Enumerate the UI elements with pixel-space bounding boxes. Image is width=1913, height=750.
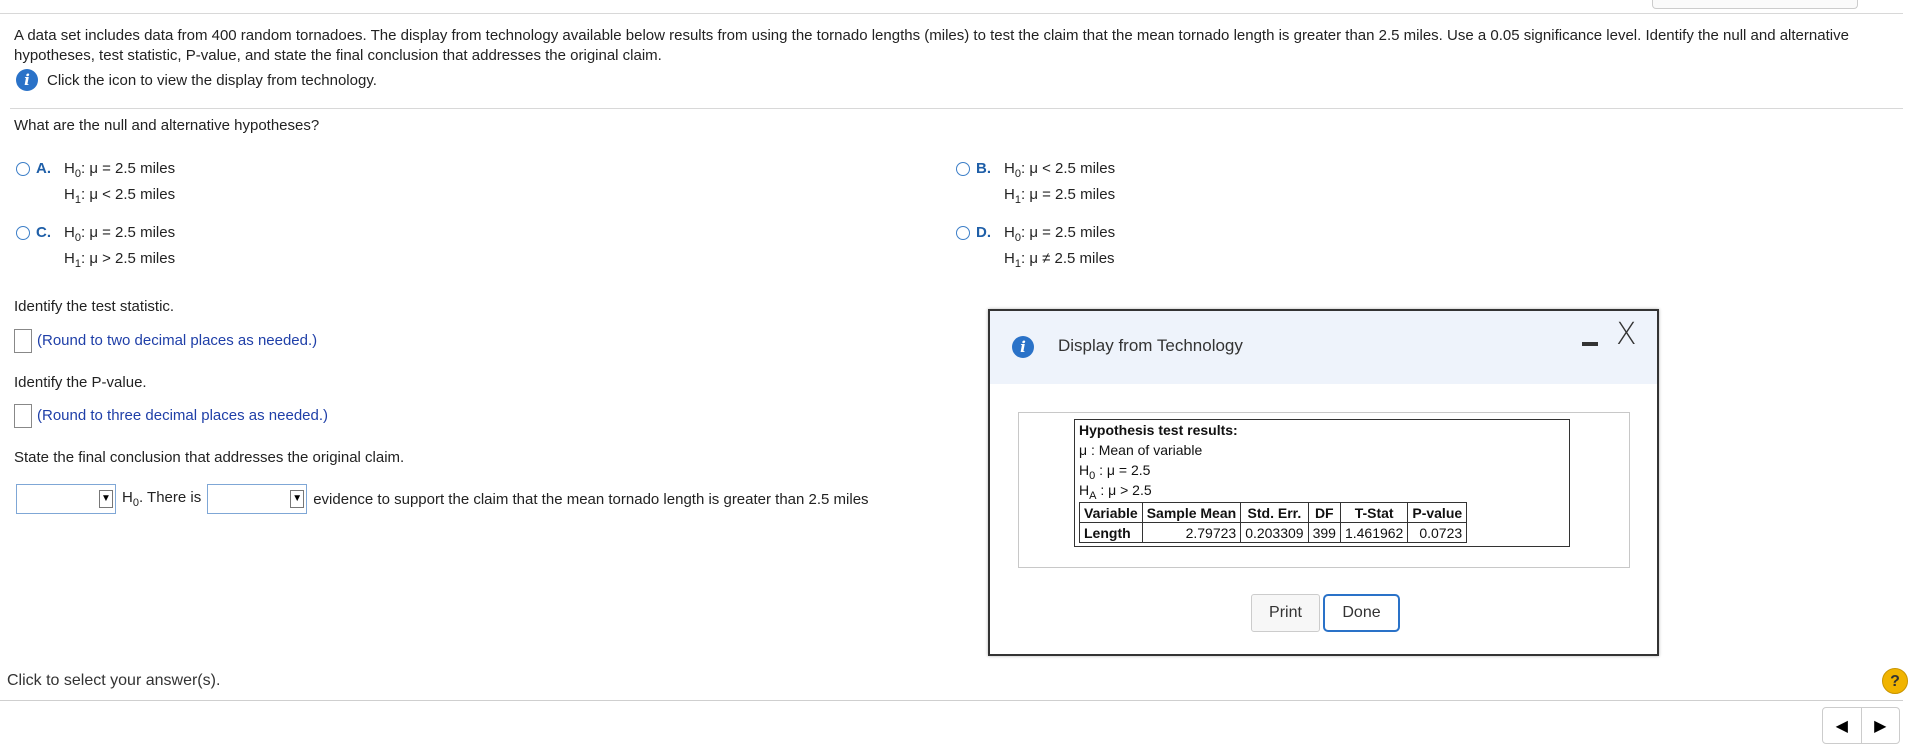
status-hint: Click to select your answer(s). (7, 672, 221, 689)
dialog-header: i Display from Technology X (990, 311, 1657, 384)
close-icon[interactable]: X (1616, 317, 1637, 352)
option-h0: H0: μ = 2.5 miles (64, 224, 176, 244)
option-h1: H1: μ ≠ 2.5 miles (1004, 250, 1115, 270)
radio-button[interactable] (16, 162, 30, 176)
previous-button[interactable]: ◀ (1823, 708, 1861, 743)
option-h0: H0: μ = 2.5 miles (64, 160, 176, 180)
table-header: P-value (1407, 502, 1468, 523)
table-header-row: Variable Sample Mean Std. Err. DF T-Stat… (1079, 502, 1468, 523)
bottom-divider (0, 700, 1903, 701)
radio-button[interactable] (16, 226, 30, 240)
dropdown-arrow-icon[interactable]: ▼ (290, 490, 305, 508)
conclusion-h0: H0. There is (122, 489, 202, 509)
evidence-dropdown[interactable]: ▼ (207, 484, 308, 514)
problem-statement: A data set includes data from 400 random… (14, 27, 1849, 64)
p-value-input[interactable] (14, 404, 32, 428)
table-header: Sample Mean (1141, 502, 1242, 523)
minimize-icon[interactable] (1582, 342, 1598, 346)
rounding-hint: (Round to two decimal places as needed.) (37, 331, 318, 349)
question-conclusion: State the final conclusion that addresse… (14, 449, 405, 466)
results-panel: Hypothesis test results: μ : Mean of var… (1018, 412, 1630, 568)
print-button[interactable]: Print (1251, 594, 1320, 632)
section-divider (10, 108, 1903, 109)
question-p-value: Identify the P-value. (14, 374, 147, 391)
results-title: Hypothesis test results: (1079, 422, 1238, 438)
reject-dropdown[interactable]: ▼ (16, 484, 116, 514)
info-icon: i (1012, 336, 1034, 358)
table-cell: 399 (1307, 522, 1341, 543)
table-cell: 1.461962 (1339, 522, 1409, 543)
radio-button[interactable] (956, 162, 970, 176)
results-table: Variable Sample Mean Std. Err. DF T-Stat… (1079, 502, 1468, 543)
p-value-row: (Round to three decimal places as needed… (14, 404, 328, 428)
table-cell: 0.203309 (1240, 522, 1309, 543)
option-letter: D. (976, 224, 991, 241)
ha-line: HA : μ > 2.5 (1079, 482, 1152, 502)
option-a[interactable]: A. H0: μ = 2.5 miles H1: μ < 2.5 miles (16, 160, 175, 212)
help-icon[interactable]: ? (1882, 668, 1908, 694)
option-h1: H1: μ > 2.5 miles (64, 250, 176, 270)
table-row: Length 2.79723 0.203309 399 1.461962 0.0… (1079, 522, 1468, 543)
dropdown-arrow-icon[interactable]: ▼ (99, 490, 113, 508)
table-header: Variable (1079, 502, 1143, 523)
info-icon[interactable]: i (16, 69, 38, 91)
option-h0: H0: μ < 2.5 miles (1004, 160, 1116, 180)
radio-button[interactable] (956, 226, 970, 240)
question-test-statistic: Identify the test statistic. (14, 298, 175, 315)
next-button[interactable]: ▶ (1860, 708, 1900, 743)
dialog-title: Display from Technology (1058, 336, 1243, 355)
option-letter: C. (36, 224, 51, 241)
option-h0: H0: μ = 2.5 miles (1004, 224, 1116, 244)
question-hypotheses: What are the null and alternative hypoth… (14, 117, 320, 134)
option-d[interactable]: D. H0: μ = 2.5 miles H1: μ ≠ 2.5 miles (956, 224, 1115, 276)
test-statistic-row: (Round to two decimal places as needed.) (14, 329, 317, 353)
rounding-hint: (Round to three decimal places as needed… (37, 406, 329, 424)
conclusion-tail: evidence to support the claim that the m… (313, 490, 869, 508)
option-letter: A. (36, 160, 51, 177)
option-letter: B. (976, 160, 991, 177)
test-statistic-input[interactable] (14, 329, 32, 353)
info-link-text[interactable]: Click the icon to view the display from … (47, 72, 377, 89)
done-button[interactable]: Done (1323, 594, 1400, 632)
table-cell: 2.79723 (1141, 522, 1242, 543)
option-b[interactable]: B. H0: μ < 2.5 miles H1: μ = 2.5 miles (956, 160, 1115, 212)
info-link-row[interactable]: i Click the icon to view the display fro… (16, 69, 377, 91)
results-box: Hypothesis test results: μ : Mean of var… (1074, 419, 1570, 547)
option-h1: H1: μ = 2.5 miles (1004, 186, 1116, 206)
top-toolbar-button[interactable] (1652, 0, 1858, 9)
table-header: Std. Err. (1240, 502, 1309, 523)
table-cell: 0.0723 (1407, 522, 1468, 543)
table-cell: Length (1079, 522, 1143, 543)
mu-definition: μ : Mean of variable (1079, 442, 1203, 458)
conclusion-row: ▼ H0. There is ▼ evidence to support the… (16, 484, 869, 514)
table-header: DF (1307, 502, 1341, 523)
h0-line: H0 : μ = 2.5 (1079, 462, 1151, 482)
table-header: T-Stat (1339, 502, 1409, 523)
top-divider (0, 13, 1903, 14)
option-h1: H1: μ < 2.5 miles (64, 186, 176, 206)
question-nav: ◀ ▶ (1822, 707, 1900, 744)
technology-dialog: i Display from Technology X Hypothesis t… (988, 309, 1659, 656)
option-c[interactable]: C. H0: μ = 2.5 miles H1: μ > 2.5 miles (16, 224, 175, 276)
